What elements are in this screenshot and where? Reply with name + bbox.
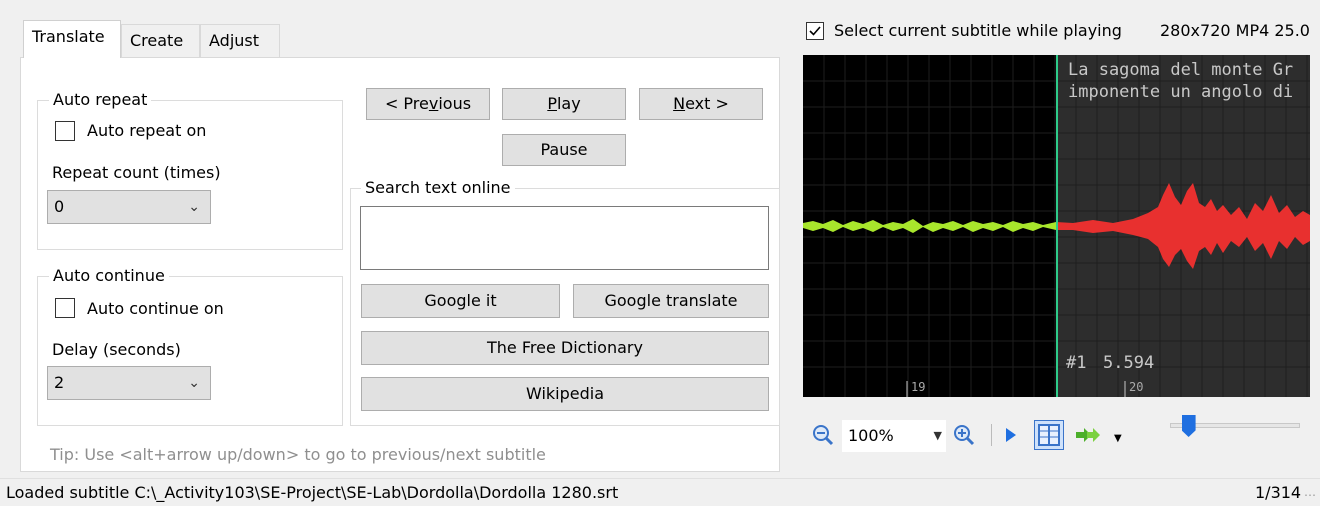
auto-repeat-checkbox-label[interactable]: Auto repeat on (87, 121, 206, 141)
repeat-count-value: 0 (54, 197, 65, 216)
wikipedia-button[interactable]: Wikipedia (361, 377, 769, 411)
tip-text: Tip: Use <alt+arrow up/down> to go to pr… (50, 445, 546, 464)
tab-adjust[interactable]: Adjust (200, 24, 280, 58)
media-info: 280x720 MP4 25.0 (1160, 21, 1310, 40)
caret-down-icon[interactable]: ▼ (1114, 428, 1122, 450)
waveform-signal (803, 55, 1310, 397)
split-icon[interactable] (1034, 420, 1064, 450)
free-dictionary-button[interactable]: The Free Dictionary (361, 331, 769, 365)
subtitle-text-line-2: imponente un angolo di (1068, 82, 1294, 102)
auto-continue-checkbox[interactable] (55, 298, 75, 318)
search-text-input[interactable] (360, 206, 769, 270)
pause-button[interactable]: Pause (502, 134, 626, 166)
waveform-panel[interactable]: La sagoma del monte Gr imponente un ango… (803, 55, 1310, 397)
status-message: Loaded subtitle C:\_Activity103\SE-Proje… (6, 483, 619, 502)
subtitle-number: #1 (1066, 353, 1087, 373)
tab-create[interactable]: Create (121, 24, 200, 58)
auto-repeat-checkbox[interactable] (55, 121, 75, 141)
forward-icon[interactable] (1074, 426, 1102, 450)
resize-grip-icon[interactable]: ⋯ (1304, 481, 1316, 506)
caret-down-icon: ▼ (933, 429, 942, 442)
search-online-group-label: Search text online (361, 178, 515, 198)
play-icon[interactable] (1004, 426, 1018, 450)
auto-repeat-group-label: Auto repeat (49, 90, 152, 110)
zoom-out-icon[interactable] (812, 424, 834, 452)
delay-label: Delay (seconds) (52, 340, 181, 359)
play-button[interactable]: Play (502, 88, 626, 120)
delay-value: 2 (54, 373, 65, 392)
next-button[interactable]: Next > (639, 88, 763, 120)
zoom-value: 100% (848, 426, 894, 445)
check-icon (809, 26, 821, 36)
subtitle-position: 1/314 (1255, 483, 1302, 502)
auto-continue-group-label: Auto continue (49, 266, 169, 286)
chevron-down-icon: ⌄ (188, 375, 200, 391)
previous-button[interactable]: < Previous (366, 88, 490, 120)
repeat-count-label: Repeat count (times) (52, 163, 221, 182)
subtitle-duration: 5.594 (1103, 353, 1155, 373)
select-while-playing-checkbox[interactable] (806, 22, 824, 40)
zoom-select[interactable]: 100% ▼ (842, 420, 946, 452)
zoom-in-icon[interactable] (953, 424, 975, 452)
subtitle-text-line-1: La sagoma del monte Gr (1068, 60, 1294, 80)
google-translate-button[interactable]: Google translate (573, 284, 769, 318)
chevron-down-icon: ⌄ (188, 199, 200, 215)
select-while-playing-label[interactable]: Select current subtitle while playing (834, 21, 1122, 41)
delay-select[interactable]: 2 ⌄ (47, 366, 211, 400)
toolbar-separator (991, 424, 992, 446)
repeat-count-select[interactable]: 0 ⌄ (47, 190, 211, 224)
tick-label-20: 20 (1129, 380, 1144, 394)
auto-continue-checkbox-label[interactable]: Auto continue on (87, 299, 224, 319)
status-bar: Loaded subtitle C:\_Activity103\SE-Proje… (0, 478, 1320, 506)
google-it-button[interactable]: Google it (361, 284, 560, 318)
position-slider-thumb[interactable] (1181, 415, 1196, 437)
tab-translate[interactable]: Translate (23, 20, 121, 58)
tick-label-19: 19 (911, 380, 926, 394)
